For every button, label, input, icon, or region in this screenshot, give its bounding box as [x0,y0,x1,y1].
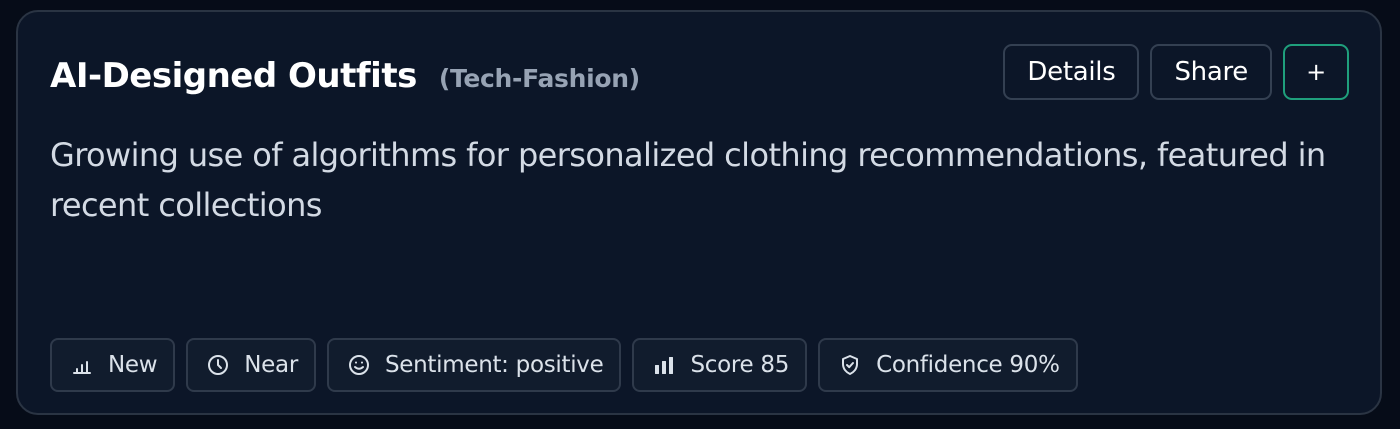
category-label: (Tech-Fashion) [438,64,640,93]
badge-score: Score 85 [632,338,808,392]
badge-confidence: Confidence 90% [818,338,1078,392]
badge-stage-label: New [108,352,158,378]
title-row: AI-Designed Outfits (Tech-Fashion) [50,56,640,96]
card-description: Growing use of algorithms for personaliz… [50,136,1326,224]
card-title: AI-Designed Outfits [50,56,417,96]
card-actions: Details Share + [1003,44,1349,100]
badge-score-label: Score 85 [690,352,790,378]
badge-row: New Near Sentiment: positive Score 85 Co… [50,338,1078,392]
share-button[interactable]: Share [1150,44,1272,100]
details-button[interactable]: Details [1003,44,1140,100]
badge-timing: Near [186,338,316,392]
clock-icon [208,355,229,375]
add-button[interactable]: + [1283,44,1349,100]
badge-stage: New [50,338,176,392]
badge-confidence-label: Confidence 90% [876,352,1060,378]
signal-low-icon [73,361,91,374]
badge-sentiment: Sentiment: positive [327,338,622,392]
smile-icon [349,355,369,375]
shield-check-icon [842,355,859,375]
trend-card: AI-Designed Outfits (Tech-Fashion) Detai… [16,10,1382,415]
bar-chart-icon [655,357,674,374]
badge-timing-label: Near [244,352,298,378]
badge-sentiment-label: Sentiment: positive [385,352,604,378]
